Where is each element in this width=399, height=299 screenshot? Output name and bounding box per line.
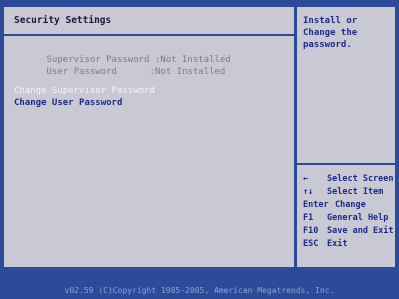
key-label: ↑↓ [303,187,314,197]
key-action: General Help [327,213,389,223]
page-title: Security Settings [14,15,112,26]
title-divider [4,34,294,36]
key-action: Change [335,200,366,210]
help-divider [297,163,395,165]
key-row: ↑↓ Select Item [303,186,399,199]
key-label: F1 [303,213,314,223]
change-supervisor-password-item[interactable]: Change Supervisor Password [14,86,155,96]
key-action: Exit [327,239,348,249]
help-text: Install or Change the password. [303,16,358,50]
main-panel: Security Settings Supervisor Password :N… [2,5,296,269]
user-password-row: User Password :Not Installed [14,57,226,87]
key-action: Select Screen [327,174,394,184]
key-action: Select Item [327,187,384,197]
key-row: Enter Change [303,199,399,212]
key-label: ← [303,174,309,184]
user-password-label: User Password [46,67,117,77]
copyright-text: v02.59 (C)Copyright 1985-2005, American … [64,286,335,295]
help-panel: Install or Change the password. ← Select … [295,5,397,269]
user-password-value: :Not Installed [149,67,226,77]
key-row: F10 Save and Exit [303,225,399,238]
key-legend: ← Select Screen ↑↓ Select Item Enter Change… [303,173,399,251]
change-user-password-item[interactable]: Change User Password [14,98,122,108]
key-label: Enter [303,200,329,210]
key-row: F1 General Help [303,212,399,225]
key-label: F10 [303,226,319,236]
key-row: ← Select Screen [303,173,399,186]
bios-screen: Security Settings Supervisor Password :N… [0,0,399,299]
key-label: ESC [303,239,319,249]
key-action: Save and Exit [327,226,394,236]
key-row: ESC Exit [303,238,399,251]
